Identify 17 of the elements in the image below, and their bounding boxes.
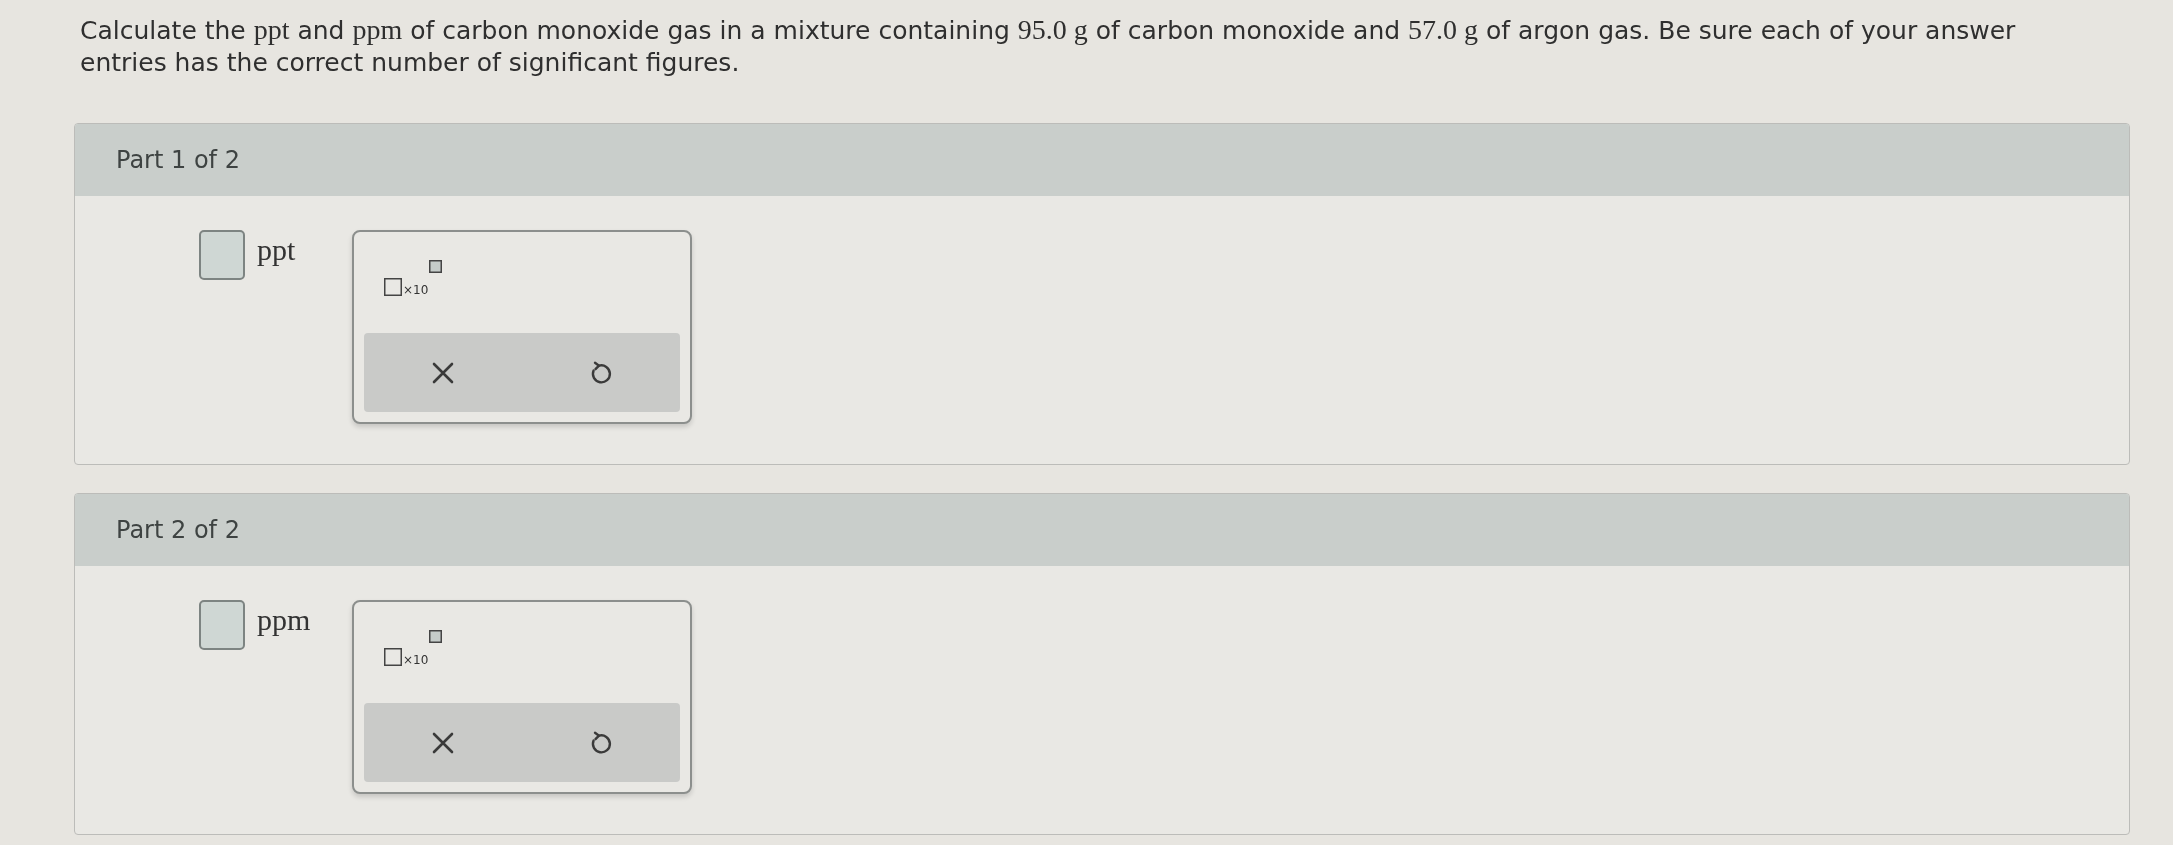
part-title: Part 1 of 2 — [116, 146, 240, 174]
unit-label: ppm — [257, 602, 311, 638]
answer-box[interactable] — [199, 230, 245, 280]
square-icon — [429, 630, 443, 643]
scientific-notation-button[interactable]: ×10 — [384, 260, 443, 296]
cross-icon — [431, 730, 455, 755]
unit-label: ppt — [257, 232, 296, 268]
answer-box[interactable] — [199, 600, 245, 650]
square-icon — [429, 260, 443, 273]
square-icon — [384, 648, 402, 666]
part-title: Part 2 of 2 — [116, 516, 240, 544]
question-text: Calculate the ppt and ppm of carbon monoxide gas in a mixture containing 95.0 g of carbon monoxide and 57.0 g of argon gas. Be sure each of your answer entries has the correct number of significant figures. — [80, 14, 2017, 79]
square-icon — [384, 278, 402, 296]
undo-icon — [589, 360, 613, 385]
undo-icon — [589, 730, 613, 755]
scientific-notation-button[interactable]: ×10 — [384, 630, 443, 666]
cross-icon — [431, 360, 455, 385]
